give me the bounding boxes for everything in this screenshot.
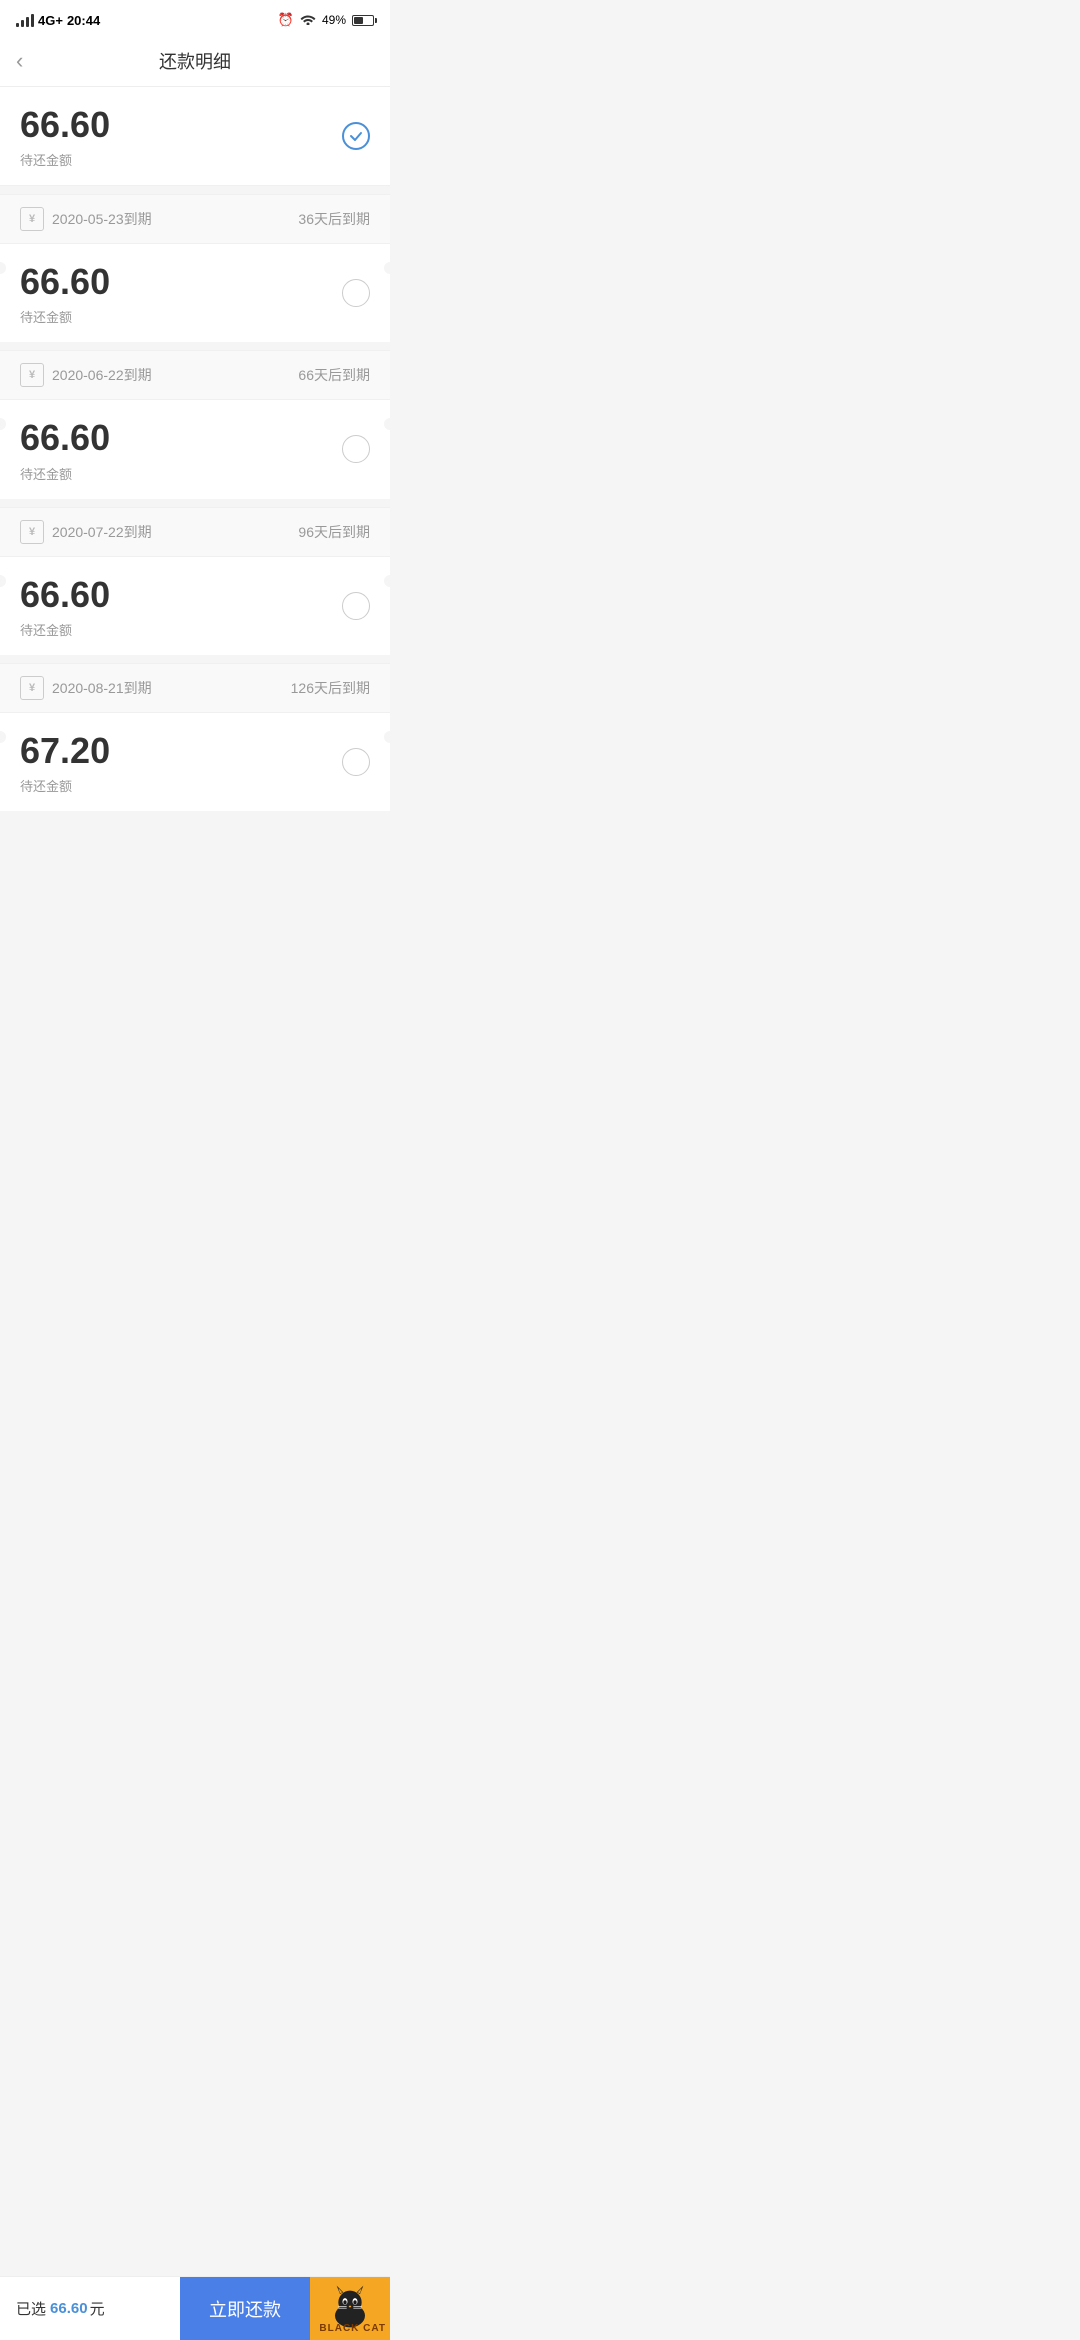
back-button[interactable]: ‹: [16, 50, 23, 72]
payment-group-3: ¥ 2020-08-21到期 126天后到期 67.20 待还金额: [0, 663, 390, 811]
payment-amount-1: 66.60: [20, 416, 110, 459]
payment-days-3: 126天后到期: [291, 678, 370, 698]
payment-header-3: ¥ 2020-08-21到期 126天后到期: [0, 663, 390, 713]
payment-item-1[interactable]: ¥ 2020-06-22到期 66天后到期 66.60 待还金额: [0, 350, 390, 498]
payment-body-2: 66.60 待还金额: [0, 557, 390, 655]
payment-amount-block-2: 66.60 待还金额: [20, 573, 110, 639]
payment-header-1: ¥ 2020-06-22到期 66天后到期: [0, 350, 390, 400]
payment-days-0: 36天后到期: [298, 209, 370, 229]
payment-groups: ¥ 2020-05-23到期 36天后到期 66.60 待还金额: [0, 194, 390, 811]
payment-amount-block-3: 67.20 待还金额: [20, 729, 110, 795]
payment-group-2: ¥ 2020-07-22到期 96天后到期 66.60 待还金额: [0, 507, 390, 655]
payment-date-2: 2020-07-22到期: [52, 522, 152, 542]
payment-body-0: 66.60 待还金额: [0, 244, 390, 342]
battery-percent: 49%: [322, 13, 346, 27]
status-bar: 4G+ 20:44 ⏰ 49%: [0, 0, 390, 36]
payment-group-0: ¥ 2020-05-23到期 36天后到期 66.60 待还金额: [0, 194, 390, 342]
header: ‹ 还款明细: [0, 36, 390, 87]
black-cat-area[interactable]: BLACK CAT: [310, 2277, 390, 2340]
status-left: 4G+ 20:44: [16, 13, 100, 28]
first-payment-item[interactable]: 66.60 待还金额: [0, 87, 390, 186]
payment-header-left-0: ¥ 2020-05-23到期: [20, 207, 152, 231]
network-type: 4G+: [38, 13, 63, 28]
dot-right-2: [384, 575, 396, 587]
payment-amount-label-0: 待还金额: [20, 307, 110, 326]
first-amount-block: 66.60 待还金额: [20, 103, 110, 169]
first-amount: 66.60: [20, 103, 110, 146]
payment-amount-0: 66.60: [20, 260, 110, 303]
payment-item-3[interactable]: ¥ 2020-08-21到期 126天后到期 67.20 待还金额: [0, 663, 390, 811]
payment-header-left-1: ¥ 2020-06-22到期: [20, 363, 152, 387]
payment-header-0: ¥ 2020-05-23到期 36天后到期: [0, 194, 390, 244]
selected-check-icon[interactable]: [342, 122, 370, 150]
payment-radio-1[interactable]: [342, 435, 370, 463]
payment-radio-0[interactable]: [342, 279, 370, 307]
yuan-icon-0: ¥: [20, 207, 44, 231]
bottom-selected-info: 已选 66.60 元: [0, 2277, 180, 2340]
black-cat-label: BLACK CAT: [319, 2323, 386, 2334]
selected-unit: 元: [90, 2298, 105, 2319]
selected-label: 已选: [16, 2298, 46, 2319]
payment-radio-3[interactable]: [342, 748, 370, 776]
time: 20:44: [67, 13, 100, 28]
yuan-icon-1: ¥: [20, 363, 44, 387]
yuan-icon-3: ¥: [20, 676, 44, 700]
selected-amount: 66.60: [50, 2300, 88, 2317]
pay-now-button[interactable]: 立即还款: [180, 2277, 310, 2340]
payment-amount-label-3: 待还金额: [20, 776, 110, 795]
battery-icon: [352, 15, 374, 26]
payment-amount-3: 67.20: [20, 729, 110, 772]
status-right: ⏰ 49%: [278, 12, 374, 28]
payment-date-1: 2020-06-22到期: [52, 365, 152, 385]
dot-right-3: [384, 731, 396, 743]
dot-right-0: [384, 262, 396, 274]
payment-body-1: 66.60 待还金额: [0, 400, 390, 498]
alarm-icon: ⏰: [278, 12, 294, 28]
payment-body-3: 67.20 待还金额: [0, 713, 390, 811]
content: 66.60 待还金额 ¥ 2020-05-23到期 36天后到期: [0, 87, 390, 899]
page-title: 还款明细: [159, 48, 231, 74]
payment-date-0: 2020-05-23到期: [52, 209, 152, 229]
wifi-icon: [300, 12, 316, 28]
payment-header-2: ¥ 2020-07-22到期 96天后到期: [0, 507, 390, 557]
bottom-bar: 已选 66.60 元 立即还款: [0, 2276, 390, 2340]
payment-amount-block-1: 66.60 待还金额: [20, 416, 110, 482]
payment-amount-label-1: 待还金额: [20, 464, 110, 483]
payment-amount-block-0: 66.60 待还金额: [20, 260, 110, 326]
payment-amount-label-2: 待还金额: [20, 620, 110, 639]
dot-right-1: [384, 418, 396, 430]
payment-date-3: 2020-08-21到期: [52, 678, 152, 698]
payment-header-left-3: ¥ 2020-08-21到期: [20, 676, 152, 700]
first-amount-label: 待还金额: [20, 150, 110, 169]
payment-group-1: ¥ 2020-06-22到期 66天后到期 66.60 待还金额: [0, 350, 390, 498]
yuan-icon-2: ¥: [20, 520, 44, 544]
payment-header-left-2: ¥ 2020-07-22到期: [20, 520, 152, 544]
payment-radio-2[interactable]: [342, 592, 370, 620]
signal-icon: [16, 13, 34, 27]
payment-days-1: 66天后到期: [298, 365, 370, 385]
payment-item-0[interactable]: ¥ 2020-05-23到期 36天后到期 66.60 待还金额: [0, 194, 390, 342]
payment-days-2: 96天后到期: [298, 522, 370, 542]
payment-amount-2: 66.60: [20, 573, 110, 616]
payment-item-2[interactable]: ¥ 2020-07-22到期 96天后到期 66.60 待还金额: [0, 507, 390, 655]
